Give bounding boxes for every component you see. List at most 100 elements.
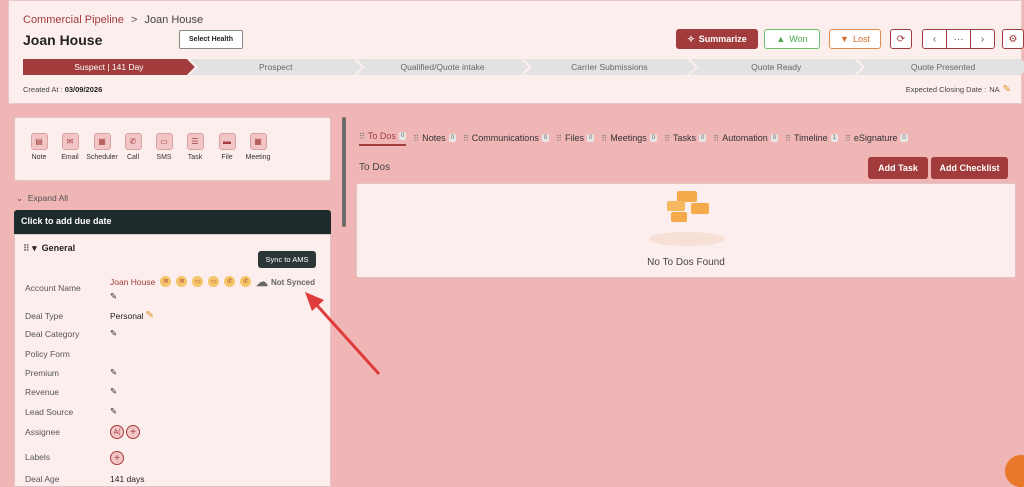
lost-button[interactable]: ▼ Lost xyxy=(829,29,881,49)
previous-record-button[interactable]: ‹ xyxy=(923,30,947,48)
sync-status[interactable]: ☁ Not Synced xyxy=(256,275,315,289)
stage-quote-ready[interactable]: Quote Ready xyxy=(690,59,862,75)
assignee-avatar[interactable]: A( xyxy=(110,425,124,439)
sync-to-ams-tooltip: Sync to AMS xyxy=(258,251,316,268)
account-name-label: Account Name xyxy=(25,283,81,293)
edit-pencil-icon[interactable]: ✎ xyxy=(110,291,117,302)
email-icon: ✉ xyxy=(61,133,79,150)
edit-pencil-icon[interactable]: ✎ xyxy=(110,367,117,378)
todos-empty-state: No To Dos Found xyxy=(356,183,1016,278)
revenue-label: Revenue xyxy=(25,387,60,397)
add-label-button[interactable]: + xyxy=(110,451,124,465)
chat-support-button[interactable] xyxy=(1005,455,1024,487)
created-at-value: 03/09/2026 xyxy=(64,85,103,94)
drag-handle-icon: ⠿ xyxy=(601,133,608,143)
drag-handle-icon: ⠿ xyxy=(664,133,670,143)
closing-date-label: Expected Closing Date : xyxy=(905,85,987,94)
edit-pencil-icon[interactable]: ✎ xyxy=(1003,84,1011,95)
quick-actions-card: ▤ Note ✉ Email ▦ Scheduler ✆ Call ▭ SMS ☰ Task… xyxy=(14,117,331,181)
stage-quote-presented[interactable]: Quote Presented xyxy=(857,59,1024,75)
edit-pencil-icon[interactable]: ✎ xyxy=(110,328,117,339)
stage-progress-bar: Suspect | 141 Day Prospect Qualified/Quo… xyxy=(23,59,1024,75)
phone-icon[interactable]: ✆ xyxy=(240,276,252,287)
task-icon: ☰ xyxy=(186,133,204,150)
todos-section-title: To Dos xyxy=(359,162,391,173)
note-icon: ▤ xyxy=(30,133,48,150)
stage-carrier-submissions[interactable]: Carrier Submissions xyxy=(523,59,695,75)
drag-handle-icon: ⠿ xyxy=(556,133,563,143)
chat-icon[interactable]: ▭ xyxy=(208,276,220,287)
tab-automation[interactable]: ⠿ Automation 0 xyxy=(713,130,779,146)
created-at: Created At : 03/09/2026 xyxy=(23,85,102,94)
select-health-button[interactable]: Select Health xyxy=(179,30,243,49)
edit-pencil-icon[interactable]: ✎ xyxy=(110,406,117,417)
won-label: Won xyxy=(789,34,808,44)
sms-icon: ▭ xyxy=(155,133,173,150)
deal-header: Commercial Pipeline > Joan House Joan Ho… xyxy=(8,0,1024,104)
drag-handle-icon: ⠿ xyxy=(785,133,791,143)
add-checklist-button[interactable]: Add Checklist xyxy=(931,157,1008,179)
stage-qualified-quote-intake[interactable]: Qualified/Quote intake xyxy=(357,59,529,75)
refresh-button[interactable]: ⟳ xyxy=(890,29,912,49)
account-name-value: Joan House ✉ ✉ ▭ ▭ ✆ ✆ xyxy=(110,276,252,287)
thumbs-up-icon: ▲ xyxy=(776,34,786,44)
created-at-label: Created At : xyxy=(23,85,63,94)
next-record-button[interactable]: › xyxy=(971,30,994,48)
more-options-button[interactable]: ··· xyxy=(947,30,971,48)
drag-handle-icon: ⠿ xyxy=(844,133,851,143)
drag-handle-icon[interactable]: ⠿ xyxy=(23,243,30,253)
breadcrumb-pipeline-link[interactable]: Commercial Pipeline xyxy=(23,14,124,26)
email-icon[interactable]: ✉ xyxy=(176,276,188,287)
tab-communications[interactable]: ⠿ Communications 0 xyxy=(462,130,550,146)
add-due-date-bar[interactable]: Click to add due date xyxy=(14,210,331,234)
breadcrumb-separator: > xyxy=(130,14,138,26)
summarize-label: Summarize xyxy=(698,34,747,44)
thumbs-down-icon: ▼ xyxy=(840,34,849,44)
edit-pencil-icon[interactable]: ✎ xyxy=(146,310,154,321)
left-panel-scrollbar[interactable] xyxy=(342,117,346,227)
phone-icon: ✆ xyxy=(124,133,142,150)
tab-esignature[interactable]: ⠿ eSignature 0 xyxy=(845,130,908,146)
won-button[interactable]: ▲ Won xyxy=(764,29,820,49)
assignee-value: A( + xyxy=(110,425,140,439)
deal-age-label: Deal Age xyxy=(25,474,60,484)
email-icon[interactable]: ✉ xyxy=(160,276,172,287)
record-pager: ‹ ··· › xyxy=(922,29,995,49)
drag-handle-icon: ⠿ xyxy=(359,131,365,141)
no-todos-message: No To Dos Found xyxy=(647,257,725,268)
add-assignee-button[interactable]: + xyxy=(126,425,140,439)
empty-inbox-illustration xyxy=(649,191,725,246)
caret-down-icon: ▾ xyxy=(32,243,37,253)
sms-icon[interactable]: ▭ xyxy=(192,276,204,287)
settings-button[interactable]: ⚙ xyxy=(1002,29,1024,49)
drag-handle-icon: ⠿ xyxy=(462,133,469,143)
deal-age-value: 141 days xyxy=(110,474,145,484)
chevron-down-icon: ⌄ xyxy=(16,193,24,203)
add-task-button[interactable]: Add Task xyxy=(868,157,928,179)
summarize-button[interactable]: ✧ Summarize xyxy=(676,29,758,49)
sparkle-icon: ✧ xyxy=(687,33,695,44)
calendar-icon: ▦ xyxy=(93,133,111,150)
tab-tasks[interactable]: ⠿ Tasks 0 xyxy=(664,130,707,146)
phone-icon[interactable]: ✆ xyxy=(224,276,236,287)
stage-prospect[interactable]: Prospect xyxy=(190,59,362,75)
tab-timeline[interactable]: ⠿ Timeline 1 xyxy=(785,130,838,146)
expand-all-toggle[interactable]: ⌄ Expand All xyxy=(16,193,68,204)
refresh-icon: ⟳ xyxy=(896,33,906,45)
general-section-header[interactable]: ⠿ ▾ General xyxy=(23,243,75,254)
assignee-label: Assignee xyxy=(25,427,60,437)
deal-type-label: Deal Type xyxy=(25,311,64,321)
cloud-off-icon: ☁ xyxy=(256,275,268,289)
meeting-icon: ▦ xyxy=(249,133,267,150)
tab-notes[interactable]: ⠿ Notes 0 xyxy=(413,130,456,146)
labels-value: + xyxy=(110,451,124,465)
tab-meetings[interactable]: ⠿ Meetings 0 xyxy=(601,130,658,146)
stage-suspect[interactable]: Suspect | 141 Day xyxy=(23,59,195,75)
action-meeting[interactable]: ▦ Meeting xyxy=(238,133,278,161)
tab-to-dos[interactable]: ⠿ To Dos 0 xyxy=(359,130,407,146)
deal-category-label: Deal Category xyxy=(25,329,80,339)
account-name-link[interactable]: Joan House xyxy=(110,277,155,287)
lost-label: Lost xyxy=(852,34,870,44)
edit-pencil-icon[interactable]: ✎ xyxy=(110,386,117,397)
tab-files[interactable]: ⠿ Files 0 xyxy=(556,130,595,146)
